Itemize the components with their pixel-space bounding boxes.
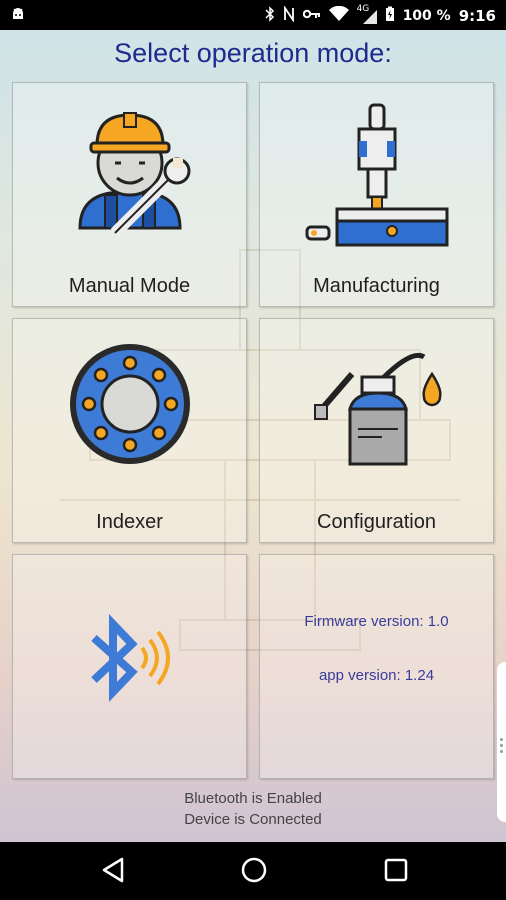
configuration-button[interactable]: Configuration [259,318,494,543]
device-status: Device is Connected [184,811,322,828]
wifi-icon [328,5,349,26]
bluetooth-status: Bluetooth is Enabled [184,790,322,807]
bluetooth-signal-icon [80,610,180,714]
clock: 9:16 [458,7,496,25]
worker-wrench-icon [65,103,195,247]
home-icon[interactable] [240,856,268,888]
nfc-icon [283,5,295,26]
recents-icon[interactable] [384,856,408,888]
manufacturing-button[interactable]: Manufacturing [259,82,494,307]
manual-mode-button[interactable]: Manual Mode [12,82,247,307]
app-screen: Select operation mode: Manual Mode Manuf… [0,30,506,842]
back-icon[interactable] [100,856,126,888]
milling-machine-icon [302,103,452,257]
bluetooth-button[interactable] [12,554,247,779]
app-version: app version: 1.24 [318,667,435,684]
configuration-label: Configuration [317,511,436,533]
firmware-version: Firmware version: 1.0 [304,613,449,630]
battery-icon [385,6,395,26]
connection-status: Bluetooth is Enabled Device is Connected [0,788,506,830]
status-bar: 4G 100 % 9:16 [0,0,506,30]
indexer-label: Indexer [96,511,163,533]
page-title: Select operation mode: [114,38,392,68]
signal-icon: 4G [357,4,377,24]
manufacturing-label: Manufacturing [313,275,440,297]
manual-mode-label: Manual Mode [68,275,191,297]
android-icon [10,6,26,26]
bluetooth-icon [265,6,275,26]
oil-can-icon [312,339,442,473]
vpn-key-icon [302,8,321,24]
battery-percent: 100 % [402,8,451,24]
navigation-bar [0,842,506,900]
indexer-disc-icon [65,339,195,473]
indexer-button[interactable]: Indexer [12,318,247,543]
edge-handle-dots [500,735,504,756]
version-info-panel: Firmware version: 1.0 app version: 1.24 [259,554,494,779]
